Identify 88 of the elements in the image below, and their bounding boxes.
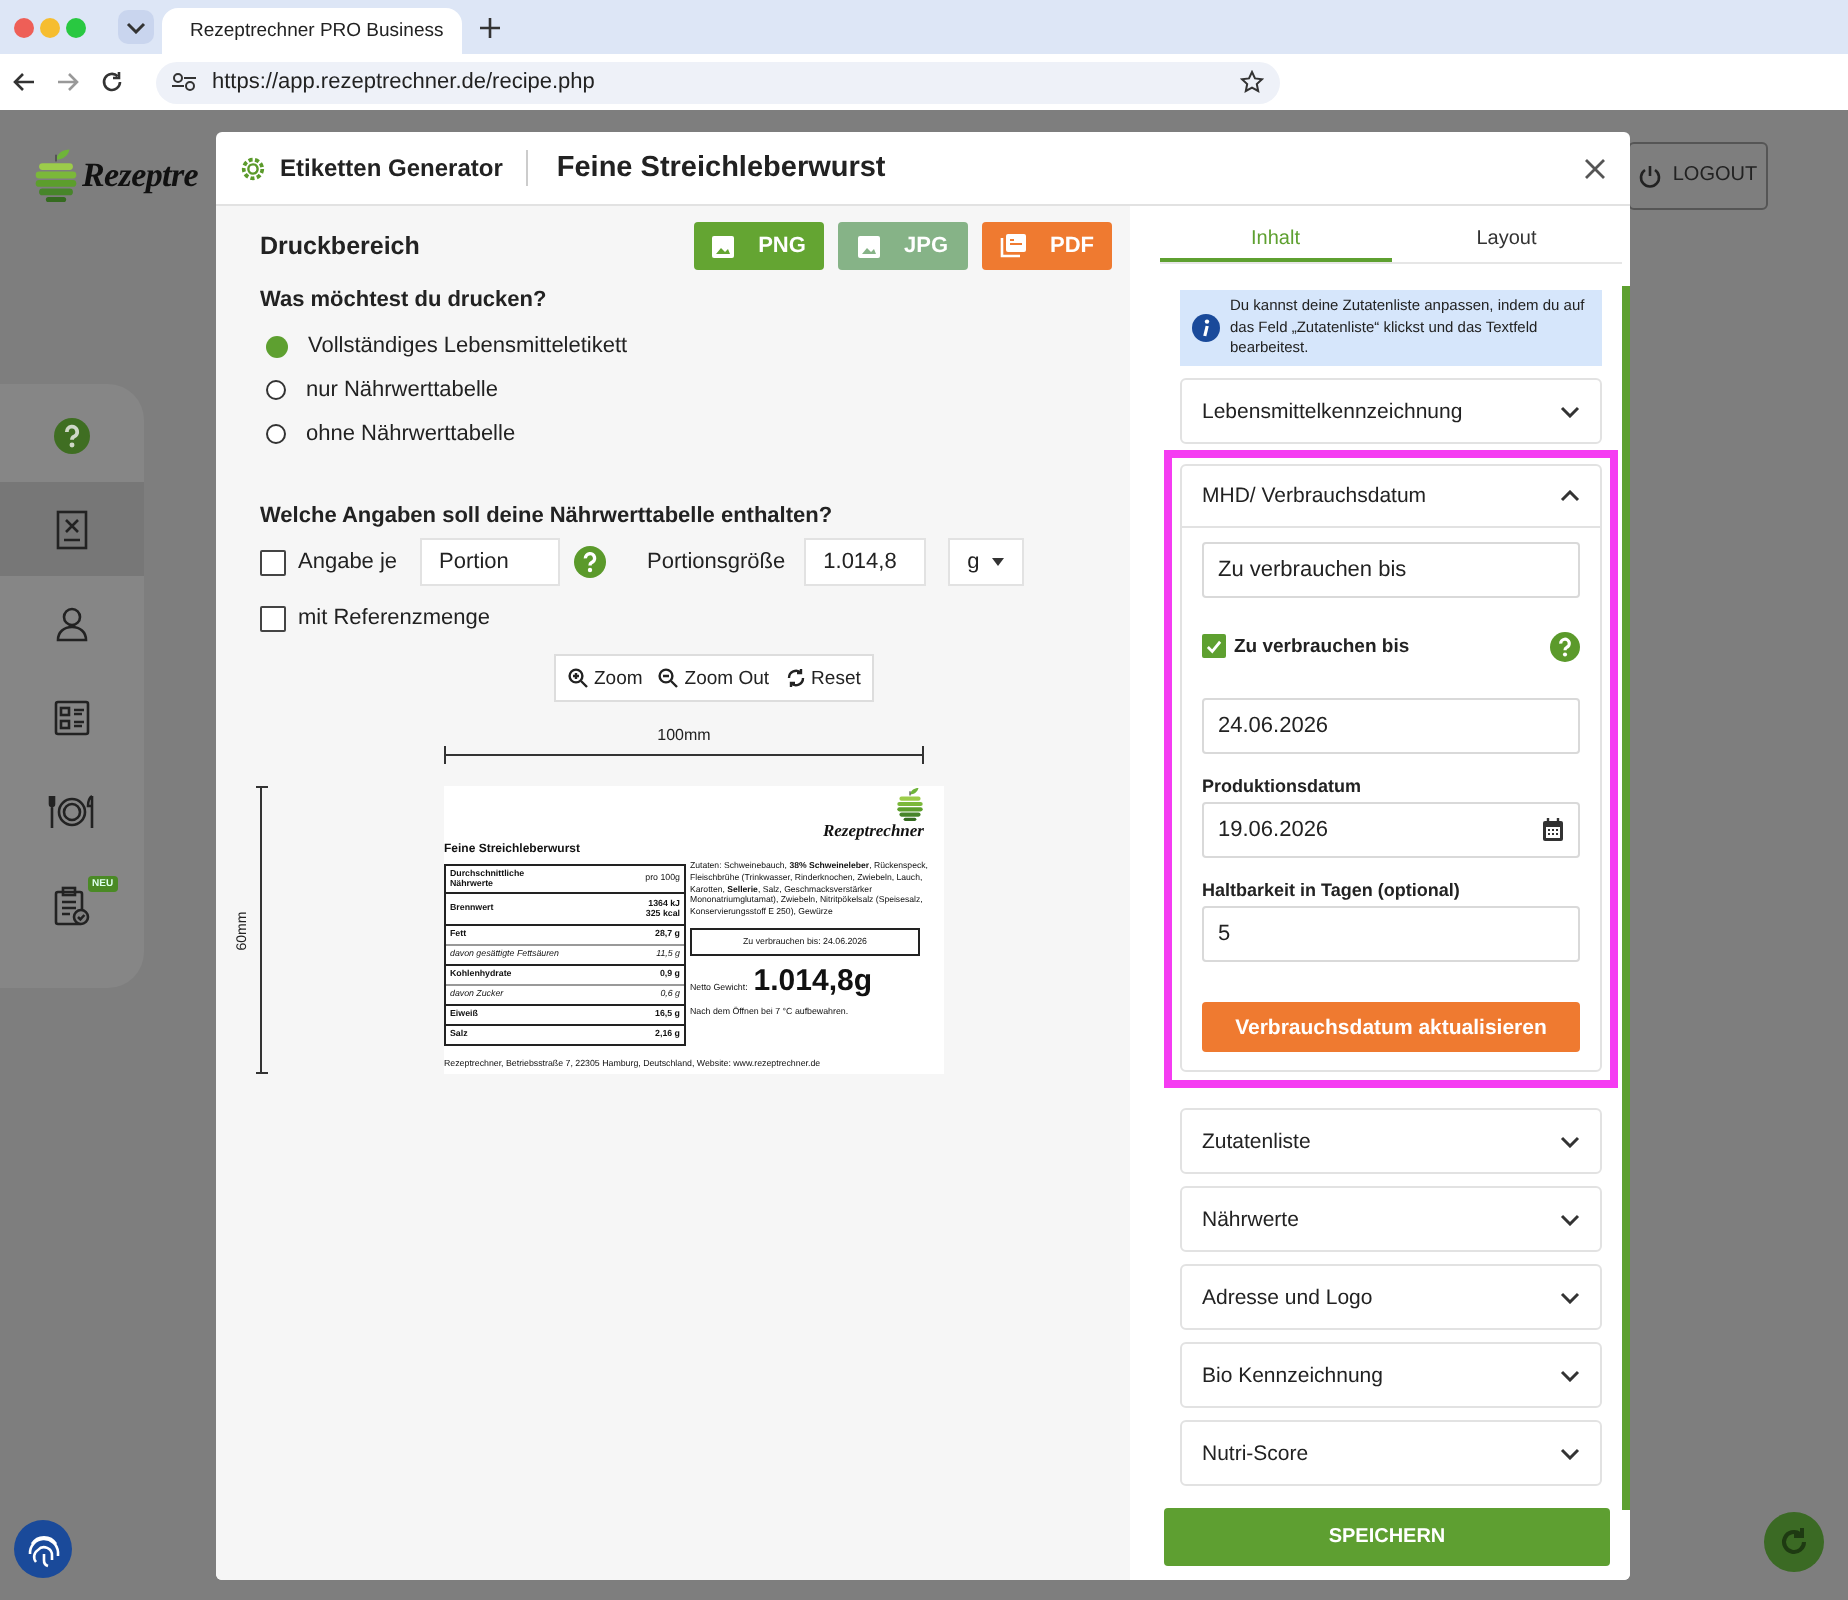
ruler-label: 100mm: [657, 726, 711, 746]
zoom-out-icon: [658, 668, 679, 688]
address-bar[interactable]: https://app.rezeptrechner.de/recipe.php: [156, 61, 1280, 103]
image-icon: [712, 235, 735, 257]
checkbox[interactable]: [260, 549, 286, 575]
logo-text: Rezeptrechner: [822, 822, 924, 840]
fingerprint-button[interactable]: [14, 1520, 72, 1578]
input-field[interactable]: 5: [1202, 906, 1580, 962]
field-label: Produktionsdatum: [1202, 776, 1364, 796]
apple-logo-icon: [34, 146, 78, 204]
power-icon: [1638, 163, 1663, 187]
accordion-header[interactable]: Lebensmittelkennzeichnung: [1182, 380, 1600, 442]
accordion-header[interactable]: Nährwerte: [1182, 1188, 1600, 1250]
chevron-icon: [1560, 1135, 1580, 1147]
calendar-icon[interactable]: [1542, 818, 1564, 842]
chevron-icon: [126, 21, 146, 33]
fingerprint-icon: [25, 1531, 61, 1567]
sidebar-item[interactable]: [0, 482, 144, 576]
browser-tab[interactable]: Rezeptrechner PRO Business: [162, 8, 462, 54]
clipboard-check-icon[interactable]: [54, 885, 90, 925]
chevron-icon: [1560, 490, 1580, 502]
close-icon: [1584, 157, 1606, 179]
help-icon[interactable]: [1550, 631, 1580, 661]
forward-icon[interactable]: [56, 70, 80, 94]
reset-button[interactable]: Reset: [785, 667, 861, 689]
unit-select[interactable]: g: [947, 538, 1024, 586]
refresh-button[interactable]: [1764, 1512, 1824, 1572]
input-field[interactable]: Portion: [419, 538, 560, 586]
option-label[interactable]: ohne Nährwerttabelle: [306, 422, 516, 446]
recipe-card-icon[interactable]: [56, 509, 88, 549]
checklist-icon[interactable]: [54, 699, 90, 735]
checkbox-label[interactable]: Angabe je: [298, 550, 398, 574]
accordion-header[interactable]: Nutri-Score: [1182, 1422, 1600, 1484]
date-field[interactable]: 19.06.2026: [1202, 802, 1580, 858]
help-icon[interactable]: [573, 546, 606, 578]
checkbox-label[interactable]: Zu verbrauchen bis: [1234, 635, 1410, 657]
info-icon: [1192, 314, 1220, 342]
radio-button[interactable]: [266, 380, 286, 400]
checkbox[interactable]: [260, 605, 286, 631]
chevron-icon: [1560, 1447, 1580, 1459]
gear-icon: [240, 155, 266, 181]
accordion-header[interactable]: MHD/ Verbrauchsdatum: [1182, 466, 1600, 528]
chevron-icon: [1560, 1213, 1580, 1225]
checkbox[interactable]: [1202, 634, 1226, 658]
close-button[interactable]: [1584, 157, 1606, 179]
accordion-header[interactable]: Bio Kennzeichnung: [1182, 1344, 1600, 1406]
refresh-icon: [1778, 1526, 1810, 1558]
radio-button[interactable]: [266, 335, 288, 357]
dropdown-caret-icon: [991, 558, 1004, 566]
document-icon: [1000, 234, 1026, 258]
field-label: Haltbarkeit in Tagen (optional): [1202, 880, 1462, 900]
reload-icon[interactable]: [100, 70, 124, 94]
tab-menu-button[interactable]: [118, 10, 154, 44]
help-icon[interactable]: [54, 417, 90, 453]
new-tab-icon[interactable]: [480, 17, 500, 37]
scrollbar-thumb[interactable]: [1622, 286, 1630, 1510]
image-icon: [857, 235, 880, 257]
input-field[interactable]: 1.014,8: [803, 538, 926, 586]
radio-button[interactable]: [266, 424, 286, 444]
question-text: Was möchtest du drucken?: [260, 288, 549, 312]
field-label: Portionsgröße: [647, 550, 786, 574]
date-field[interactable]: 24.06.2026: [1202, 698, 1580, 754]
generator-label: Etiketten Generator: [280, 154, 503, 182]
zoom-in-button[interactable]: Zoom: [568, 667, 643, 689]
option-label[interactable]: nur Nährwerttabelle: [306, 378, 498, 402]
back-icon[interactable]: [12, 70, 36, 94]
net-weight: 1.014,8g: [753, 963, 873, 1000]
chevron-icon: [1560, 1291, 1580, 1303]
logo-text: Rezeptre: [82, 155, 199, 195]
accordion-header[interactable]: Adresse und Logo: [1182, 1266, 1600, 1328]
section-title: Druckbereich: [260, 232, 420, 260]
zoom-in-icon: [568, 668, 588, 688]
apple-logo-icon: [896, 786, 924, 822]
checkbox-label[interactable]: mit Referenzmenge: [298, 606, 490, 630]
chevron-icon: [1560, 1369, 1580, 1381]
question-text: Welche Angaben soll deine Nährwerttabelle enthalten?: [260, 504, 835, 528]
zoom-out-button[interactable]: Zoom Out: [658, 667, 770, 689]
input-field[interactable]: Zu verbrauchen bis: [1202, 542, 1580, 598]
accordion-header[interactable]: Zutatenliste: [1182, 1110, 1600, 1172]
modal-title: Feine Streichleberwurst: [556, 152, 886, 184]
site-settings-icon[interactable]: [172, 72, 196, 92]
tab[interactable]: Layout: [1391, 218, 1622, 262]
chevron-icon: [1560, 405, 1580, 417]
plate-cutlery-icon[interactable]: [48, 793, 96, 829]
user-icon[interactable]: [54, 605, 90, 641]
option-label[interactable]: Vollständiges Lebensmitteletikett: [308, 334, 628, 358]
bookmark-star-icon[interactable]: [1240, 70, 1264, 94]
reset-icon: [785, 668, 806, 688]
